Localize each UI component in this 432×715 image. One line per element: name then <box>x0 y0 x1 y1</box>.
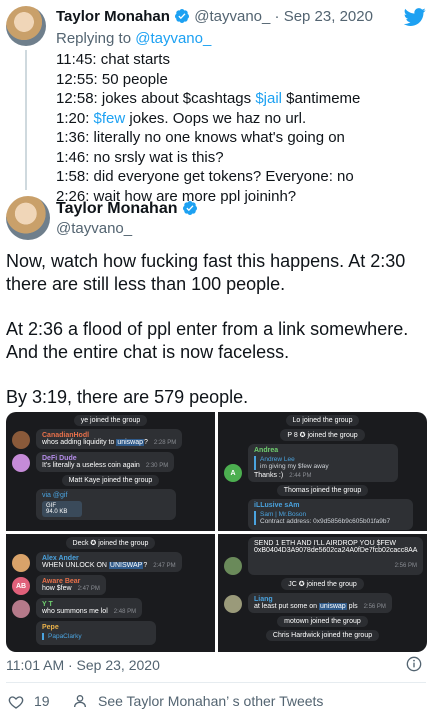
verified-badge-icon <box>175 9 190 23</box>
tweet-paragraph: By 3:19, there are 579 people. <box>6 387 249 407</box>
reply-author-avatar[interactable] <box>6 6 46 46</box>
sender-name: Alex Ander <box>42 555 79 562</box>
twitter-logo-icon[interactable] <box>404 6 426 28</box>
main-tweet-text: Now, watch how fucking fast this happens… <box>6 250 426 431</box>
see-other-tweets-link[interactable]: See Taylor Monahan’ s other Tweets <box>98 693 323 709</box>
timeline-line: 12:55: 50 people <box>56 70 168 88</box>
tweet-timestamp[interactable]: 11:01 AM · Sep 23, 2020 <box>6 657 160 673</box>
thread-connector-line <box>25 50 27 190</box>
user-avatar: A <box>224 464 242 482</box>
media-image-2[interactable]: Lo joined the group P 8 ✪ joined the gro… <box>218 412 427 531</box>
tweet-paragraph: Now, watch how fucking fast this happens… <box>6 251 406 294</box>
media-image-1[interactable]: ye joined the group CanadianHodl whos ad… <box>6 412 215 531</box>
timeline-line: 11:45: chat starts <box>56 51 170 68</box>
user-avatar <box>12 554 30 572</box>
chat-message: via @gif GIF 94.0 KB <box>36 489 176 520</box>
chat-message: Alex Ander WHEN UNLOCK ON UNISWAP? 2:47 P… <box>12 552 182 572</box>
cashtag-link[interactable]: $few <box>94 110 126 127</box>
timeline-line: 1:20: $few jokes. Oops we haz no url. <box>56 109 307 127</box>
reply-author-name[interactable]: Taylor Monahan <box>56 8 170 25</box>
reply-tweet-header: Taylor Monahan @tayvano_ · Sep 23, 2020 <box>56 8 373 25</box>
sender-name: Andrea <box>254 447 279 454</box>
user-avatar <box>224 595 242 613</box>
join-notice: Thomas joined the group <box>276 485 369 496</box>
verified-badge-icon <box>182 201 197 215</box>
tweet-paragraph: At 2:36 a flood of ppl enter from a link… <box>6 319 409 362</box>
chat-message: iLLusive sAm Sam | Mr.Boson Contract addr… <box>248 499 413 530</box>
join-notice: motown joined the group <box>277 616 368 627</box>
chat-message: AB Aware Bear how $few 2:47 PM <box>12 575 106 595</box>
join-notice: Lo joined the group <box>285 415 360 426</box>
timeline-line: 1:58: did everyone get tokens? Everyone:… <box>56 168 354 185</box>
sender-name: Liang <box>254 596 273 603</box>
replying-to-prefix: Replying to <box>56 30 136 47</box>
sender-name: Aware Bear <box>42 578 81 585</box>
timeline-line: 12:58: jokes about $cashtags $jail $anti… <box>56 90 361 107</box>
sender-name: DeFi Dude <box>42 455 77 462</box>
sender-name: Pepe <box>42 624 59 631</box>
user-avatar <box>12 431 30 449</box>
chat-message: CanadianHodl whos adding liquidity to un… <box>12 429 183 449</box>
sender-name: CanadianHodl <box>42 432 90 439</box>
user-avatar <box>12 600 30 618</box>
media-image-4[interactable]: SEND 1 ETH AND I'LL AIRDROP YOU $FEW 0xB… <box>218 534 427 652</box>
media-grid: ye joined the group CanadianHodl whos ad… <box>6 412 427 652</box>
sender-name: Y T <box>42 601 53 608</box>
cashtag-link[interactable]: $jail <box>255 90 282 107</box>
replying-to-line: Replying to @tayvano_ <box>56 30 211 47</box>
header-separator: · <box>274 8 280 25</box>
info-icon[interactable] <box>406 656 422 672</box>
join-notice: Chris Hardwick joined the group <box>265 630 380 641</box>
user-avatar <box>224 557 242 575</box>
chat-message: Liang at least put some on uniswap pls 2:… <box>224 593 392 613</box>
heart-icon[interactable] <box>8 694 24 710</box>
chat-message: DeFi Dude It's literally a useless coin … <box>12 452 175 472</box>
divider <box>6 682 426 683</box>
chat-message: Pepe PapaClarky <box>36 621 156 645</box>
join-notice: Deck ✪ joined the group <box>65 537 156 549</box>
replying-to-handle-link[interactable]: @tayvano_ <box>135 30 211 47</box>
main-author-avatar[interactable] <box>6 196 50 240</box>
chat-message: SEND 1 ETH AND I'LL AIRDROP YOU $FEW 0xB… <box>224 537 423 575</box>
chat-message: A Andrea Andrew Lee im giving my $few awa… <box>224 444 398 482</box>
user-avatar: AB <box>12 577 30 595</box>
media-image-3[interactable]: Deck ✪ joined the group Alex Ander WHEN … <box>6 534 215 652</box>
main-author-name[interactable]: Taylor Monahan <box>56 200 178 217</box>
person-icon[interactable] <box>72 693 88 709</box>
reply-author-handle[interactable]: @tayvano_ <box>194 8 270 25</box>
user-avatar <box>12 454 30 472</box>
sender-name: iLLusive sAm <box>254 502 300 509</box>
join-notice: Matt Kaye joined the group <box>61 475 160 486</box>
join-notice: JC ✪ joined the group <box>281 578 364 590</box>
timeline-line: 1:36: literally no one knows what's goin… <box>56 129 345 146</box>
join-notice: P 8 ✪ joined the group <box>280 429 365 441</box>
reply-tweet-date[interactable]: Sep 23, 2020 <box>284 8 373 25</box>
reply-tweet-text: 11:45: chat starts 12:55: 50 people 12:5… <box>56 50 360 206</box>
like-count[interactable]: 19 <box>34 693 50 709</box>
join-notice: ye joined the group <box>73 415 148 426</box>
chat-message: Y T who summons me lol 2:48 PM <box>12 598 143 618</box>
main-author-handle[interactable]: @tayvano_ <box>56 220 132 237</box>
main-author-name-row: Taylor Monahan <box>56 200 198 218</box>
timeline-line: 1:46: no srsly wat is this? <box>56 148 224 166</box>
